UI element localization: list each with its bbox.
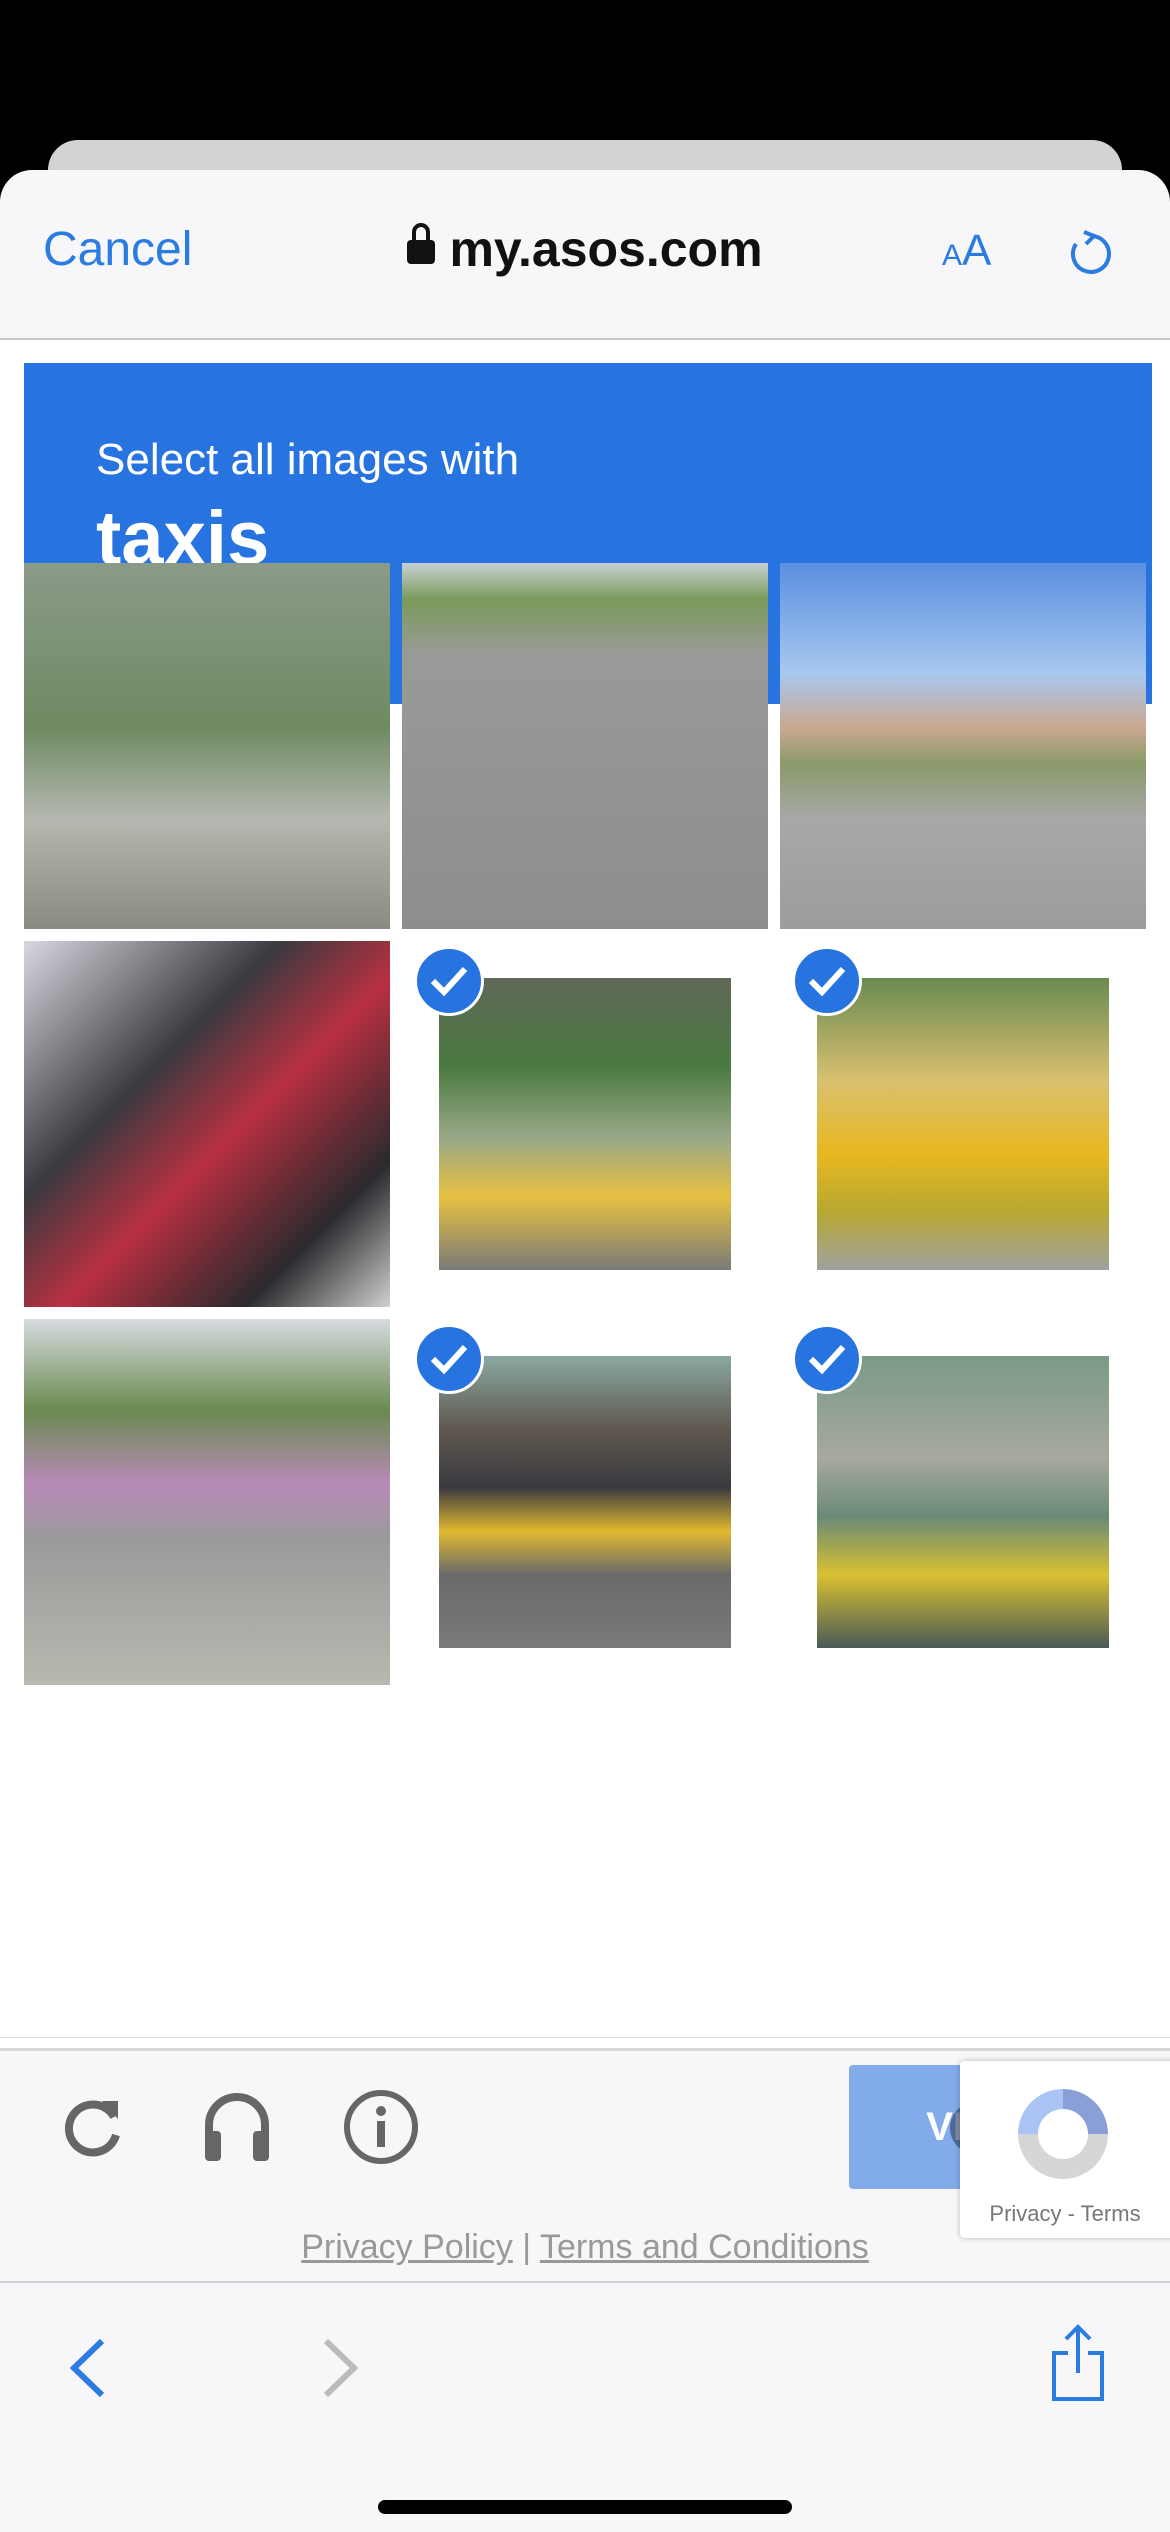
captcha-tile[interactable] bbox=[402, 1319, 768, 1685]
info-icon[interactable] bbox=[341, 2087, 421, 2167]
tile-image bbox=[402, 563, 768, 929]
tile-image bbox=[817, 1356, 1109, 1648]
tile-image bbox=[780, 563, 1146, 929]
captcha-tile[interactable] bbox=[24, 1319, 390, 1685]
lock-icon bbox=[407, 223, 436, 264]
recaptcha-logo-icon bbox=[1018, 2089, 1108, 2179]
page-footer-links: Privacy Policy | Terms and Conditions bbox=[0, 2228, 1170, 2267]
captcha-tile[interactable] bbox=[402, 563, 768, 929]
recaptcha-badge[interactable]: Privacy - Terms bbox=[960, 2061, 1170, 2238]
check-icon bbox=[414, 946, 484, 1016]
captcha-tile[interactable] bbox=[24, 941, 390, 1307]
link-separator: | bbox=[522, 2228, 532, 2266]
captcha-tile[interactable] bbox=[780, 941, 1146, 1307]
url-display[interactable]: my.asos.com bbox=[0, 220, 1170, 278]
tile-image bbox=[24, 941, 390, 1307]
captcha-tile[interactable] bbox=[402, 941, 768, 1307]
terms-link[interactable]: Terms and Conditions bbox=[540, 2228, 869, 2266]
browser-nav-bar: Cancel my.asos.com AA bbox=[0, 170, 1170, 340]
text-size-button[interactable]: AA bbox=[942, 226, 991, 276]
captcha-frame: Select all images with taxis VERIFY bbox=[0, 340, 1170, 2189]
browser-sheet: Cancel my.asos.com AA Select all images … bbox=[0, 170, 1170, 2532]
reload-icon[interactable] bbox=[54, 2087, 134, 2167]
tile-image bbox=[439, 1356, 731, 1648]
tile-image bbox=[817, 978, 1109, 1270]
divider bbox=[0, 2037, 1170, 2038]
browser-toolbar bbox=[0, 2281, 1170, 2532]
tile-image bbox=[439, 978, 731, 1270]
tile-image bbox=[24, 563, 390, 929]
check-icon bbox=[792, 946, 862, 1016]
share-icon[interactable] bbox=[1048, 2323, 1108, 2403]
forward-icon[interactable] bbox=[318, 2335, 362, 2401]
url-text: my.asos.com bbox=[449, 221, 763, 277]
recaptcha-links[interactable]: Privacy - Terms bbox=[960, 2201, 1170, 2227]
tile-image bbox=[24, 1319, 390, 1685]
privacy-policy-link[interactable]: Privacy Policy bbox=[301, 2228, 513, 2266]
home-indicator[interactable] bbox=[378, 2500, 792, 2514]
instruction-text: Select all images with bbox=[96, 435, 520, 484]
captcha-tile[interactable] bbox=[780, 563, 1146, 929]
check-icon bbox=[792, 1324, 862, 1394]
headphones-icon[interactable] bbox=[197, 2087, 277, 2167]
back-icon[interactable] bbox=[66, 2335, 110, 2401]
captcha-tile[interactable] bbox=[780, 1319, 1146, 1685]
check-icon bbox=[414, 1324, 484, 1394]
reload-icon[interactable] bbox=[1066, 230, 1112, 276]
captcha-tile[interactable] bbox=[24, 563, 390, 929]
